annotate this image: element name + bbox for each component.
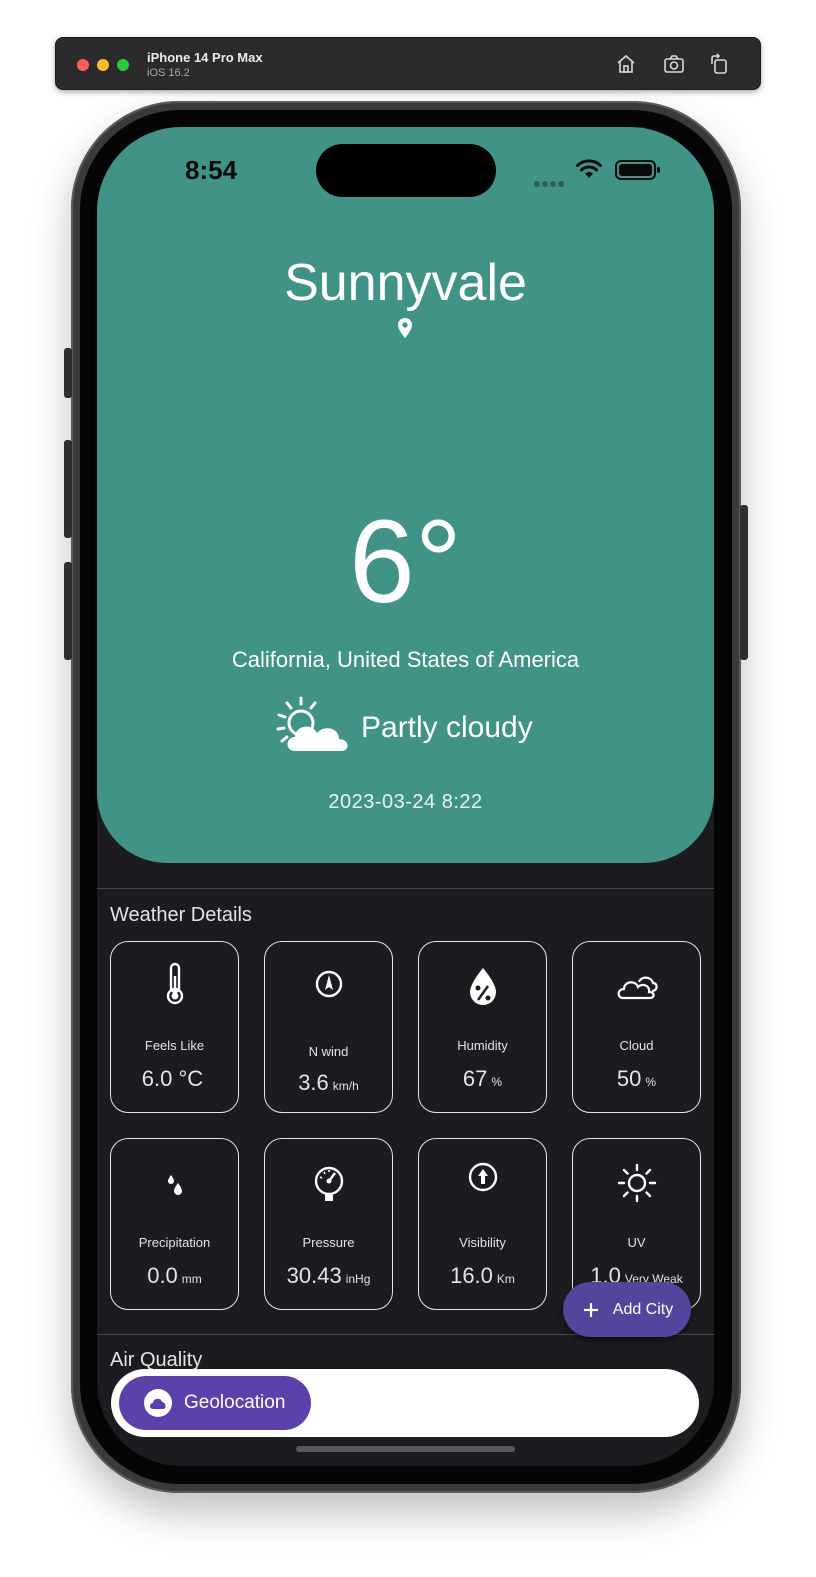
tile-label: Humidity <box>457 1038 508 1053</box>
cloud-tile: Cloud 50% <box>572 941 701 1113</box>
tile-label: Cloud <box>619 1038 654 1053</box>
location-pin-icon[interactable] <box>396 317 414 339</box>
power-button <box>740 505 748 660</box>
close-window-button[interactable] <box>77 59 89 71</box>
tile-label: Feels Like <box>144 1038 205 1053</box>
tile-value: 3.6 km/h <box>298 1070 359 1095</box>
volume-down-button <box>64 562 72 660</box>
app-screen: 8:54 Sunnyvale 6° California, United Sta… <box>97 127 714 1466</box>
add-city-label: Add City <box>612 1300 674 1318</box>
city-name: Sunnyvale <box>284 254 527 312</box>
tile-value: 50% <box>616 1066 657 1091</box>
zoom-window-button[interactable] <box>117 59 129 71</box>
silent-switch <box>64 348 72 398</box>
tile-label: N wind <box>308 1044 349 1059</box>
tile-value: 16.0 Km <box>450 1263 515 1288</box>
cloud-icon <box>573 964 700 1008</box>
add-city-button[interactable]: Add City <box>563 1282 691 1337</box>
cellular-signal-icon <box>534 174 568 187</box>
simulator-title-bar: iPhone 14 Pro Max iOS 16.2 <box>55 37 761 90</box>
home-indicator[interactable] <box>296 1446 515 1452</box>
tile-value: 0.0 mm <box>147 1263 202 1288</box>
rotate-icon[interactable] <box>707 52 731 76</box>
minimize-window-button[interactable] <box>97 59 109 71</box>
compass-icon <box>265 964 392 1008</box>
condition-text: Partly cloudy <box>361 711 533 744</box>
weather-details-title: Weather Details <box>110 904 252 926</box>
geolocation-label: Geolocation <box>184 1392 286 1413</box>
thermometer-icon <box>111 962 238 1006</box>
cloud-icon <box>144 1389 172 1417</box>
bottom-navigation-bar: Geolocation <box>111 1369 699 1437</box>
plus-icon <box>583 1302 598 1317</box>
tile-label: Precipitation <box>138 1235 211 1250</box>
volume-up-button <box>64 440 72 538</box>
tile-value: 30.43 inHg <box>286 1263 371 1288</box>
tile-label: Visibility <box>459 1235 506 1250</box>
simulator-device-name: iPhone 14 Pro Max <box>147 50 263 65</box>
screenshot-icon[interactable] <box>662 52 686 76</box>
simulator-os-version: iOS 16.2 <box>147 67 190 79</box>
dynamic-island <box>316 144 496 197</box>
divider <box>97 888 714 889</box>
sun-icon <box>573 1161 700 1205</box>
wifi-icon <box>575 158 603 180</box>
last-updated-datetime: 2023-03-24 8:22 <box>328 791 483 813</box>
pressure-icon <box>265 1161 392 1205</box>
current-weather-card: 8:54 Sunnyvale 6° California, United Sta… <box>97 127 714 863</box>
region-name: California, United States of America <box>231 647 580 672</box>
pressure-tile: Pressure 30.43 inHg <box>264 1138 393 1310</box>
visibility-icon <box>419 1157 546 1201</box>
geolocation-tab[interactable]: Geolocation <box>119 1376 311 1430</box>
partly-cloudy-icon <box>273 695 353 755</box>
tile-value: 67% <box>462 1066 503 1091</box>
visibility-tile: Visibility 16.0 Km <box>418 1138 547 1310</box>
tile-label: Pressure <box>302 1235 355 1250</box>
current-temperature: 6° <box>349 496 462 628</box>
tile-value: 6.0 °C <box>141 1066 204 1091</box>
wind-tile: N wind 3.6 km/h <box>264 941 393 1113</box>
tile-label: UV <box>627 1235 646 1250</box>
battery-icon <box>615 159 661 181</box>
humidity-tile: Humidity 67% <box>418 941 547 1113</box>
precipitation-icon <box>111 1161 238 1205</box>
precipitation-tile: Precipitation 0.0 mm <box>110 1138 239 1310</box>
home-icon[interactable] <box>614 52 638 76</box>
status-bar-time: 8:54 <box>185 155 238 185</box>
feels-like-tile: Feels Like 6.0 °C <box>110 941 239 1113</box>
humidity-icon <box>419 964 546 1008</box>
